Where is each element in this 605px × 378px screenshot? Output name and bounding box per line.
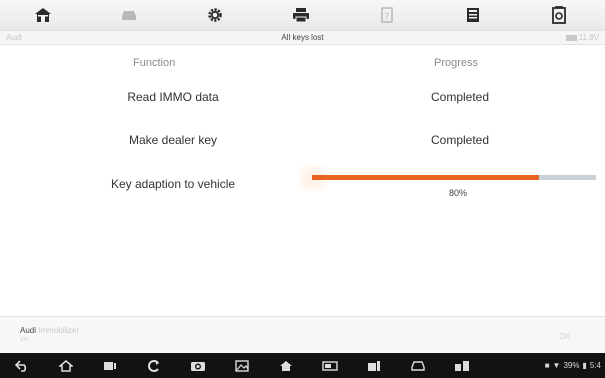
help-icon[interactable]: ? — [344, 0, 430, 30]
battery-percent: 39% — [563, 361, 580, 370]
ok-button[interactable]: OK — [540, 327, 590, 347]
progress-percent: 80% — [448, 188, 467, 198]
vehicle-info-bar: Audi Immobilizer Vin OK — [0, 316, 605, 354]
function-label: Make dealer key — [128, 133, 218, 147]
save-icon[interactable] — [430, 0, 516, 30]
status-strip: Audi All keys lost 11.8V — [0, 30, 605, 45]
progress-bar-fill — [312, 175, 540, 180]
vehicle-name: Audi Immobilizer — [20, 326, 79, 335]
settings-icon[interactable] — [172, 0, 258, 30]
progress-table: Function Progress Read IMMO data Complet… — [8, 45, 598, 311]
function-label: Key adaption to vehicle — [110, 177, 236, 191]
shop-icon[interactable] — [352, 353, 396, 378]
image-icon[interactable] — [220, 353, 264, 378]
print-icon[interactable] — [258, 0, 344, 30]
camera-icon[interactable] — [176, 353, 220, 378]
home-toolbar-icon[interactable] — [264, 353, 308, 378]
top-toolbar: ? — [0, 0, 605, 30]
refresh-icon[interactable] — [132, 353, 176, 378]
wifi-icon: ▼ — [552, 361, 561, 370]
vehicle-voltage: 11.8V — [578, 33, 599, 42]
remote-desk-icon[interactable] — [440, 353, 484, 378]
battery-icon — [565, 34, 577, 41]
recent-apps-icon[interactable] — [88, 353, 132, 378]
function-label: Read IMMO data — [127, 90, 219, 104]
battery-level-icon: ▮ — [582, 361, 587, 370]
progress-bar — [312, 175, 596, 180]
home-nav-icon[interactable] — [44, 353, 88, 378]
vehicle-icon[interactable] — [86, 0, 172, 30]
page-title: All keys lost — [281, 33, 324, 42]
progress-status: Completed — [430, 133, 490, 147]
datalog-icon[interactable] — [516, 0, 602, 30]
back-icon[interactable] — [0, 353, 44, 378]
svg-text:?: ? — [385, 12, 390, 22]
vci-icon[interactable] — [308, 353, 352, 378]
system-tray: ■ ▼ 39% ▮ 5:4 — [545, 353, 601, 378]
progress-status: Completed — [430, 90, 490, 104]
clock: 5:4 — [589, 361, 601, 370]
car-icon[interactable] — [396, 353, 440, 378]
column-header-function: Function — [133, 57, 176, 69]
vehicle-system: Immobilizer — [38, 326, 80, 335]
vehicle-battery: 11.8V — [565, 31, 599, 44]
home-icon[interactable] — [0, 0, 86, 30]
vin-label: Vin — [20, 337, 29, 343]
android-nav-bar: ■ ▼ 39% ▮ 5:4 — [0, 353, 605, 378]
column-header-progress: Progress — [434, 57, 479, 69]
message-icon: ■ — [544, 361, 550, 370]
vehicle-make: Audi — [20, 326, 37, 335]
